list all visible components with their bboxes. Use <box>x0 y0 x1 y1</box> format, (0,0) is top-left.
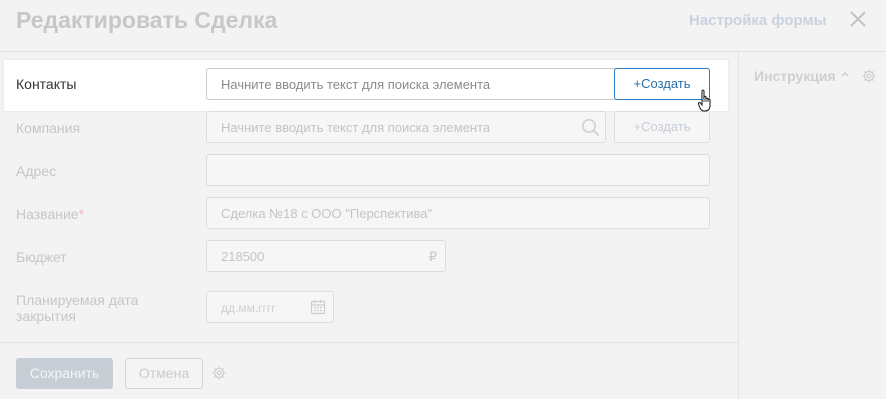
save-button[interactable]: Сохранить <box>16 358 113 389</box>
close-icon[interactable] <box>848 9 868 29</box>
company-search-input[interactable]: Начните вводить текст для поиска элемент… <box>206 111 606 143</box>
close-date-input[interactable]: дд.мм.гггг <box>206 291 334 323</box>
gear-icon[interactable] <box>862 69 876 83</box>
name-label-text: Название <box>16 206 79 222</box>
page-title: Редактировать Сделка <box>16 7 278 33</box>
hand-pointer-icon <box>698 89 711 112</box>
company-create-button[interactable]: +Создать <box>614 111 710 143</box>
contacts-create-button[interactable]: +Создать <box>614 68 710 100</box>
search-icon[interactable] <box>581 118 600 137</box>
name-input[interactable]: Сделка №18 с ООО "Перспектива" <box>206 197 710 229</box>
form-header: Редактировать Сделка Настройка формы <box>0 0 886 52</box>
form-settings-link[interactable]: Настройка формы <box>689 12 826 29</box>
address-label: Адрес <box>16 163 57 179</box>
budget-label: Бюджет <box>16 249 67 265</box>
name-label: Название* <box>16 206 84 222</box>
currency-symbol: ₽ <box>428 249 437 264</box>
chevron-up-icon[interactable] <box>840 69 850 79</box>
gear-icon[interactable] <box>212 366 226 380</box>
required-mark: * <box>78 206 85 222</box>
contacts-row: Контакты Начните вводить текст для поиск… <box>4 60 728 111</box>
instruction-toggle[interactable]: Инструкция <box>754 68 836 84</box>
address-input[interactable] <box>206 154 710 186</box>
budget-value: 218500 <box>221 249 265 264</box>
contacts-search-placeholder: Начните вводить текст для поиска элемент… <box>221 77 491 92</box>
company-search-placeholder: Начните вводить текст для поиска элемент… <box>221 120 491 135</box>
close-date-label-line1: Планируемая дата <box>16 292 139 308</box>
contacts-label: Контакты <box>16 76 77 92</box>
close-date-placeholder: дд.мм.гггг <box>221 301 276 315</box>
calendar-icon[interactable] <box>310 299 326 315</box>
budget-input[interactable]: 218500 ₽ <box>206 240 446 272</box>
cancel-button[interactable]: Отмена <box>125 358 203 389</box>
company-label: Компания <box>16 120 81 136</box>
instruction-panel <box>738 52 886 399</box>
close-date-label: Планируемая дата закрытия <box>16 292 138 324</box>
close-date-label-line2: закрытия <box>16 308 76 324</box>
